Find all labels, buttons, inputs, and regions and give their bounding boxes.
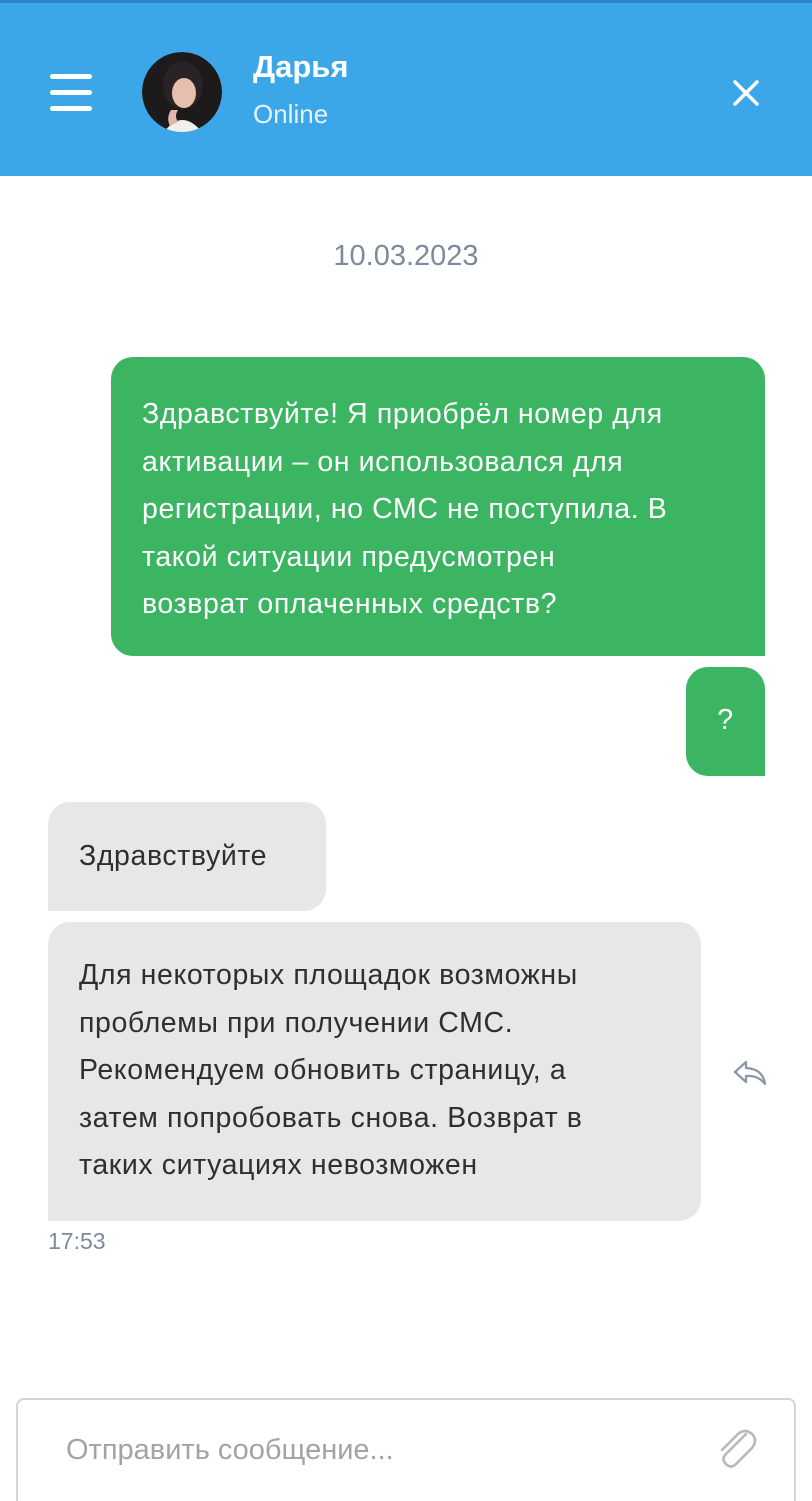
message-text: ? [717,704,734,736]
outgoing-message: ? [686,667,765,776]
message-timestamp: 17:53 [48,1228,106,1254]
message-line: Рекомендуем обновить страницу, а [79,1054,567,1086]
menu-button[interactable] [44,63,98,123]
message-line: возврат оплаченных средств? [142,588,558,620]
close-icon [733,80,759,106]
attach-button[interactable] [712,1422,760,1474]
message-line: затем попробовать снова. Возврат в [79,1101,583,1134]
contact-name: Дарья [253,49,349,84]
message-line: проблемы при получении СМС. [79,1006,514,1039]
reply-icon [733,1060,767,1086]
message-input[interactable] [66,1420,686,1480]
incoming-message: Здравствуйте [48,802,326,911]
outgoing-message: Здравствуйте! Я приобрёл номер для актив… [111,357,765,656]
message-line: Для некоторых площадок возможны [79,959,578,991]
close-button[interactable] [722,69,770,117]
incoming-message: Для некоторых площадок возможны проблемы… [48,922,701,1221]
message-text: Здравствуйте [79,840,268,872]
avatar [142,52,222,132]
message-line: активации – он использовался для [142,445,624,478]
reply-button[interactable] [730,1052,770,1092]
contact-status: Online [253,99,329,129]
date-separator: 10.03.2023 [333,240,479,272]
message-line: таких ситуациях невозможен [79,1149,478,1181]
chat-header: Дарья Online [0,0,812,176]
paperclip-icon [720,1429,757,1468]
hamburger-menu-icon [50,74,92,111]
message-line: такой ситуации предусмотрен [142,540,556,573]
message-line: Здравствуйте! Я приобрёл номер для [142,398,663,430]
message-composer [16,1398,796,1501]
message-line: регистрации, но СМС не поступила. В [142,493,668,525]
